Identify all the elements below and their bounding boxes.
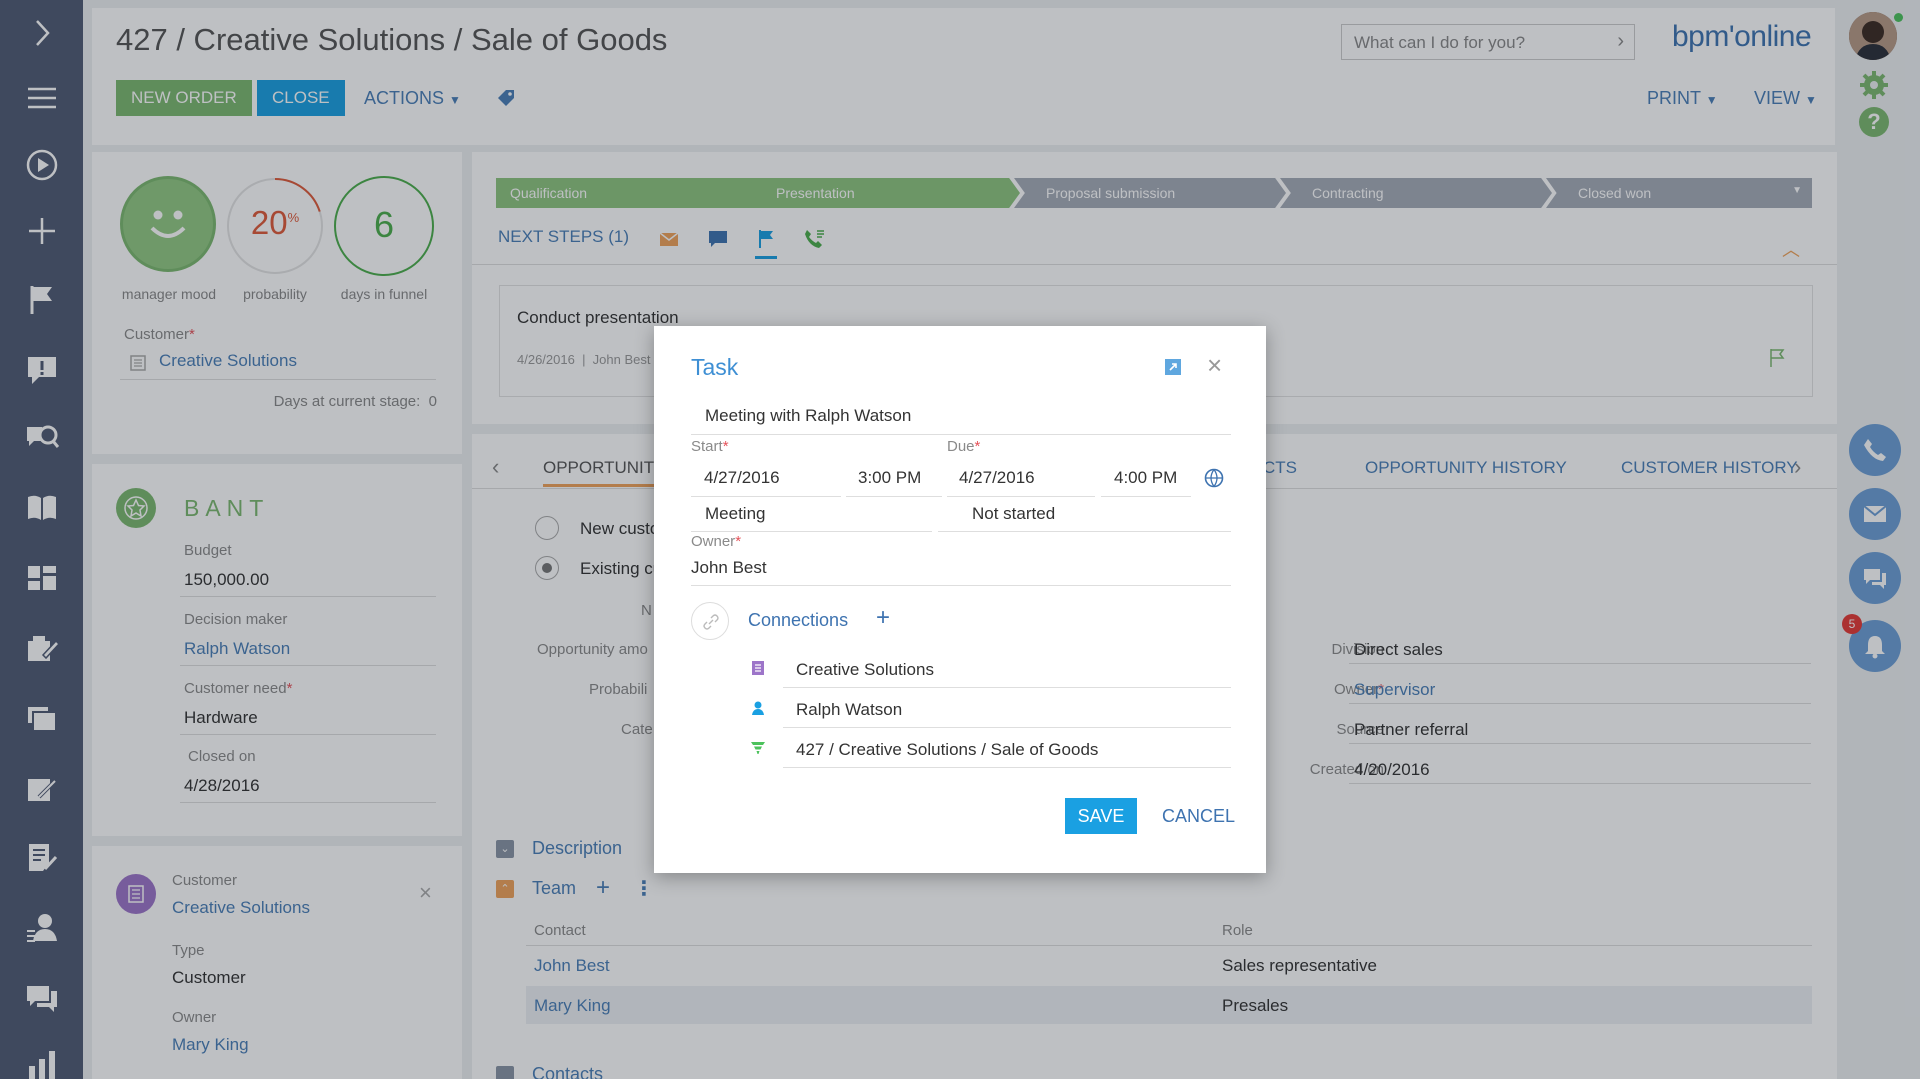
- status-underline: [938, 531, 1231, 532]
- status-select[interactable]: Not started: [972, 504, 1055, 524]
- owner-input[interactable]: John Best: [691, 558, 767, 578]
- modal-title: Task: [691, 354, 739, 380]
- start-date-input[interactable]: 4/27/2016: [704, 468, 780, 488]
- task-subject[interactable]: Meeting with Ralph Watson: [705, 406, 911, 426]
- start-time-input[interactable]: 3:00 PM: [858, 468, 921, 488]
- due-date-input[interactable]: 4/27/2016: [959, 468, 1035, 488]
- opportunity-funnel-icon: [750, 740, 766, 761]
- link-icon: [691, 602, 729, 640]
- category-select[interactable]: Meeting: [705, 504, 765, 524]
- connections-label: Connections: [748, 610, 849, 630]
- timezone-globe-icon[interactable]: [1204, 468, 1224, 493]
- due-time-input[interactable]: 4:00 PM: [1114, 468, 1177, 488]
- connection-account[interactable]: Creative Solutions: [796, 660, 934, 680]
- connection-contact-underline: [783, 727, 1231, 728]
- contact-connection-icon: [750, 700, 766, 721]
- connection-account-underline: [783, 687, 1231, 688]
- due-date-underline: [947, 496, 1095, 497]
- cancel-button[interactable]: CANCEL: [1162, 806, 1235, 827]
- start-time-underline: [846, 496, 942, 497]
- modal-close-icon[interactable]: ×: [1207, 350, 1222, 381]
- connection-contact[interactable]: Ralph Watson: [796, 700, 902, 720]
- connection-opportunity[interactable]: 427 / Creative Solutions / Sale of Goods: [796, 740, 1098, 760]
- start-date-underline: [691, 496, 841, 497]
- due-time-underline: [1101, 496, 1191, 497]
- account-connection-icon: [750, 660, 766, 681]
- task-modal: Task × Meeting with Ralph Watson Start* …: [654, 326, 1266, 873]
- save-button[interactable]: SAVE: [1065, 798, 1137, 834]
- due-label: Due*: [947, 438, 981, 455]
- category-underline: [691, 531, 932, 532]
- start-label: Start*: [691, 438, 729, 455]
- owner-label: Owner*: [691, 533, 742, 550]
- owner-underline: [691, 585, 1231, 586]
- open-full-icon[interactable]: [1164, 358, 1182, 381]
- connection-opportunity-underline: [783, 767, 1231, 768]
- subject-underline: [691, 434, 1231, 435]
- add-connection-icon[interactable]: +: [876, 604, 890, 632]
